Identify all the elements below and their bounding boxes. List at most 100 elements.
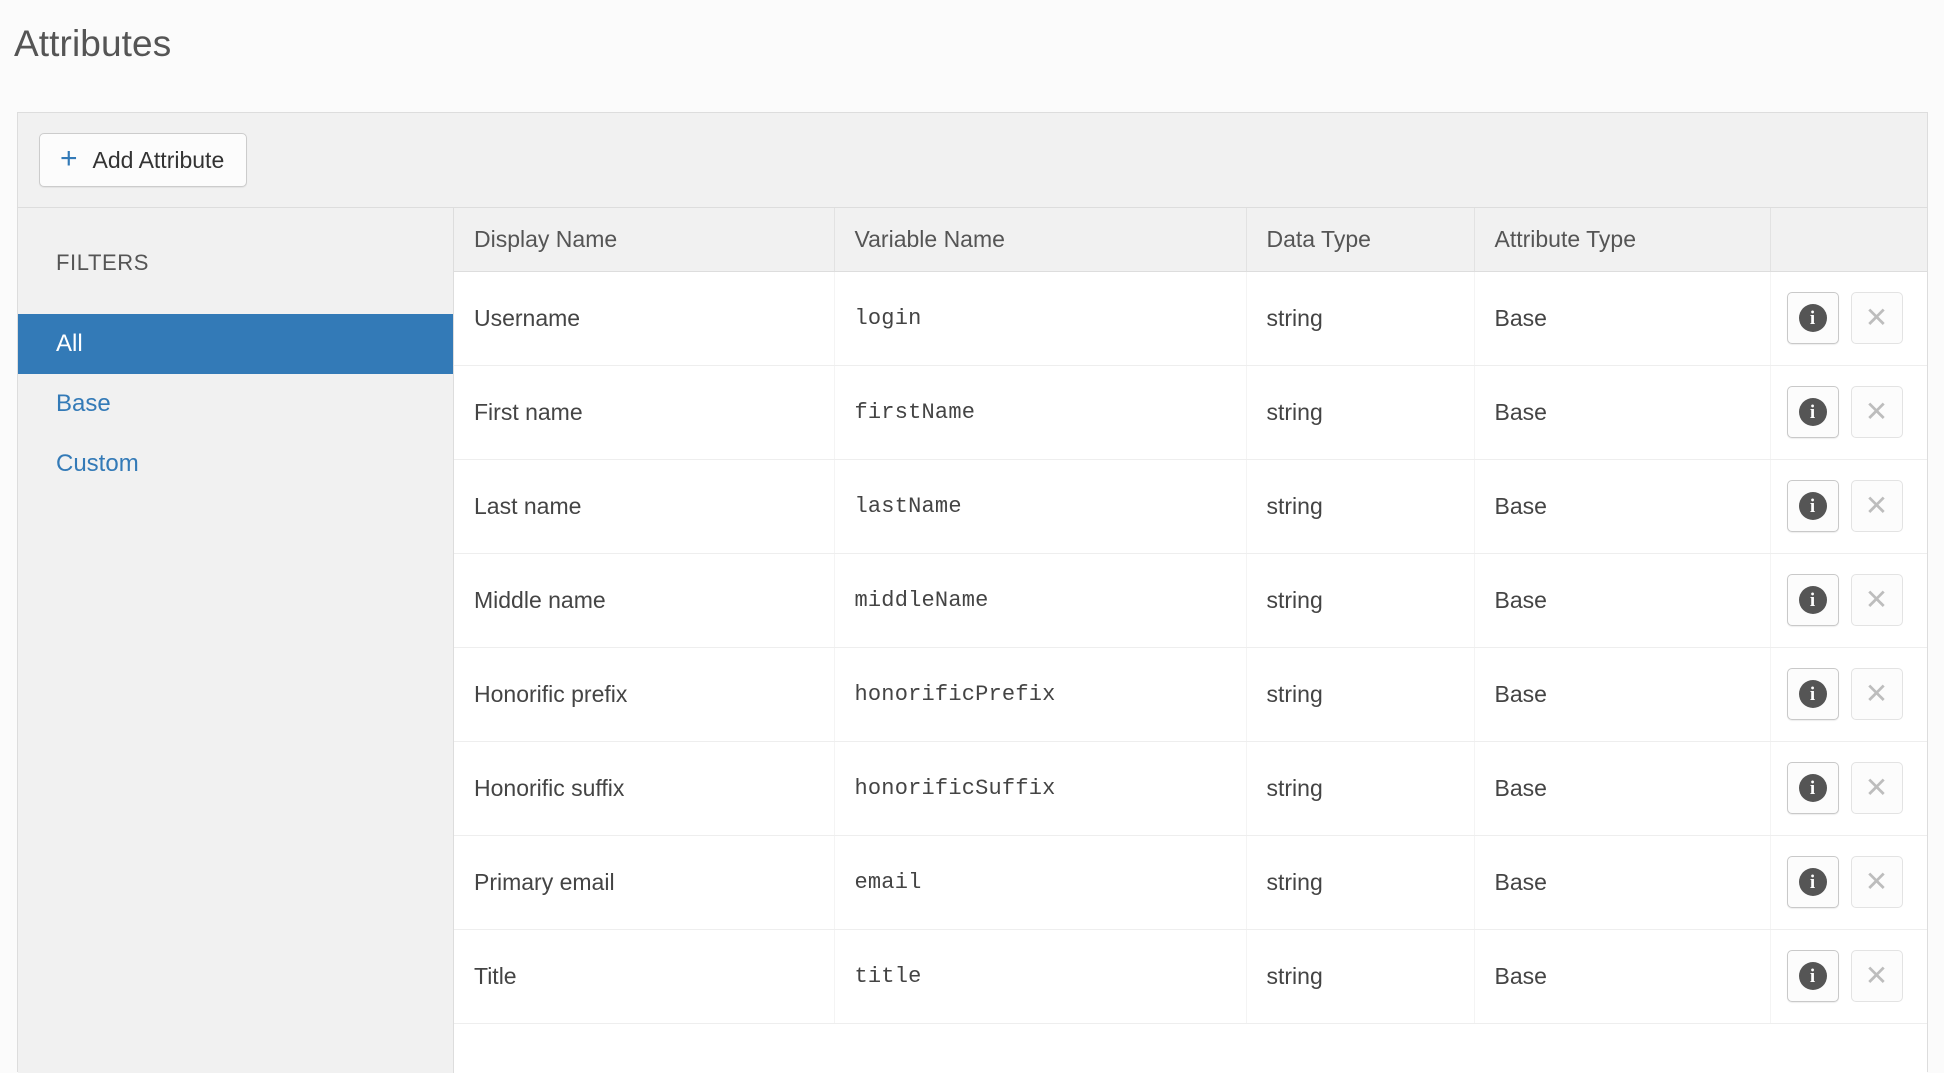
cell-data-type: string <box>1246 929 1475 1024</box>
close-icon: ✕ <box>1864 302 1889 333</box>
cell-display-name: First name <box>454 365 835 460</box>
info-button[interactable]: i <box>1786 856 1839 908</box>
row-action-group: i ✕ <box>1771 292 1928 344</box>
column-header-attribute-type[interactable]: Attribute Type <box>1474 208 1771 272</box>
add-attribute-button[interactable]: + Add Attribute <box>39 133 248 187</box>
sidebar-item-all[interactable]: All <box>18 314 453 374</box>
row-action-group: i ✕ <box>1771 856 1928 908</box>
cell-display-name: Primary email <box>454 835 835 930</box>
close-icon: ✕ <box>1864 584 1889 615</box>
info-button[interactable]: i <box>1786 386 1839 438</box>
cell-display-name: Honorific prefix <box>454 647 835 742</box>
cell-variable-name: honorificPrefix <box>834 647 1247 742</box>
table-row[interactable]: Primary email email string Base i ✕ <box>454 835 1928 930</box>
info-button[interactable]: i <box>1786 950 1839 1002</box>
delete-button[interactable]: ✕ <box>1850 574 1903 626</box>
row-action-group: i ✕ <box>1771 480 1928 532</box>
delete-button[interactable]: ✕ <box>1850 292 1903 344</box>
column-header-variable-name[interactable]: Variable Name <box>834 208 1247 272</box>
table-row[interactable]: Username login string Base i ✕ <box>454 271 1928 366</box>
table-row[interactable]: Honorific prefix honorificPrefix string Bas… <box>454 647 1928 742</box>
attributes-table: Display Name Variable Name Data Type Att… <box>454 208 1927 1024</box>
info-icon: i <box>1798 398 1827 426</box>
table-row[interactable]: Last name lastName string Base i ✕ <box>454 459 1928 554</box>
cell-actions: i ✕ <box>1770 553 1927 648</box>
cell-actions: i ✕ <box>1770 365 1928 460</box>
cell-attribute-type: Base <box>1474 835 1771 930</box>
table-header-row: Display Name Variable Name Data Type Att… <box>454 208 1927 272</box>
sidebar-item-custom[interactable]: Custom <box>18 434 453 494</box>
column-header-display-name[interactable]: Display Name <box>454 208 835 272</box>
delete-button[interactable]: ✕ <box>1850 668 1903 720</box>
row-action-group: i ✕ <box>1771 668 1928 720</box>
table-header: Display Name Variable Name Data Type Att… <box>454 208 1927 272</box>
cell-data-type: string <box>1246 459 1475 554</box>
info-button[interactable]: i <box>1786 668 1839 720</box>
close-icon: ✕ <box>1864 678 1889 709</box>
attributes-table-wrapper: Display Name Variable Name Data Type Att… <box>454 208 1927 1073</box>
row-action-group: i ✕ <box>1771 762 1928 814</box>
cell-variable-name: honorificSuffix <box>834 741 1247 836</box>
cell-attribute-type: Base <box>1474 929 1771 1024</box>
close-icon: ✕ <box>1864 866 1889 897</box>
cell-variable-name: login <box>834 271 1247 366</box>
cell-variable-name: email <box>834 835 1247 930</box>
info-button[interactable]: i <box>1786 480 1839 532</box>
cell-display-name: Middle name <box>454 553 835 648</box>
close-icon: ✕ <box>1864 396 1889 427</box>
cell-display-name: Last name <box>454 459 835 554</box>
cell-data-type: string <box>1246 553 1475 648</box>
cell-data-type: string <box>1246 741 1475 836</box>
sidebar-item-label: Base <box>56 390 111 417</box>
cell-actions: i ✕ <box>1770 271 1928 366</box>
cell-display-name: Title <box>454 929 835 1024</box>
filter-list: All Base Custom <box>18 314 453 494</box>
filters-heading: FILTERS <box>56 250 150 275</box>
sidebar-item-label: Custom <box>56 450 139 477</box>
filters-sidebar: FILTERS All Base Custom <box>18 208 454 1073</box>
sidebar-item-label: All <box>56 330 83 357</box>
info-button[interactable]: i <box>1786 762 1839 814</box>
column-header-data-type[interactable]: Data Type <box>1246 208 1475 272</box>
delete-button[interactable]: ✕ <box>1850 950 1903 1002</box>
close-icon: ✕ <box>1864 772 1889 803</box>
cell-display-name: Username <box>454 271 835 366</box>
close-icon: ✕ <box>1864 960 1889 991</box>
cell-actions: i ✕ <box>1770 647 1928 742</box>
table-body: Username login string Base i ✕ First name first… <box>454 271 1928 1024</box>
info-icon: i <box>1798 868 1827 896</box>
table-row[interactable]: Honorific suffix honorificSuffix string Bas… <box>454 741 1928 836</box>
row-action-group: i ✕ <box>1771 950 1928 1002</box>
info-icon: i <box>1798 774 1827 802</box>
cell-actions: i ✕ <box>1770 459 1928 554</box>
info-icon: i <box>1798 304 1827 332</box>
table-row[interactable]: Middle name middleName string Base i ✕ <box>454 553 1927 648</box>
add-attribute-label: Add Attribute <box>92 146 225 173</box>
cell-data-type: string <box>1246 271 1475 366</box>
table-row[interactable]: Title title string Base i ✕ <box>454 929 1928 1024</box>
info-icon: i <box>1798 586 1827 614</box>
cell-actions: i ✕ <box>1770 835 1928 930</box>
delete-button[interactable]: ✕ <box>1850 480 1903 532</box>
delete-button[interactable]: ✕ <box>1850 386 1903 438</box>
info-icon: i <box>1798 492 1827 520</box>
cell-variable-name: title <box>834 929 1247 1024</box>
cell-attribute-type: Base <box>1474 647 1771 742</box>
cell-variable-name: lastName <box>834 459 1247 554</box>
cell-data-type: string <box>1246 647 1475 742</box>
delete-button[interactable]: ✕ <box>1850 856 1903 908</box>
delete-button[interactable]: ✕ <box>1850 762 1903 814</box>
table-row[interactable]: First name firstName string Base i ✕ <box>454 365 1928 460</box>
cell-attribute-type: Base <box>1474 459 1771 554</box>
column-header-actions <box>1770 208 1927 272</box>
sidebar-item-base[interactable]: Base <box>18 374 453 434</box>
info-button[interactable]: i <box>1786 292 1839 344</box>
close-icon: ✕ <box>1864 490 1889 521</box>
info-button[interactable]: i <box>1786 574 1839 626</box>
plus-icon: + <box>60 142 78 175</box>
cell-actions: i ✕ <box>1770 741 1928 836</box>
panel-body: FILTERS All Base Custom Display Name Var… <box>18 207 1927 1073</box>
info-icon: i <box>1798 680 1827 708</box>
row-action-group: i ✕ <box>1771 386 1928 438</box>
cell-attribute-type: Base <box>1474 271 1771 366</box>
